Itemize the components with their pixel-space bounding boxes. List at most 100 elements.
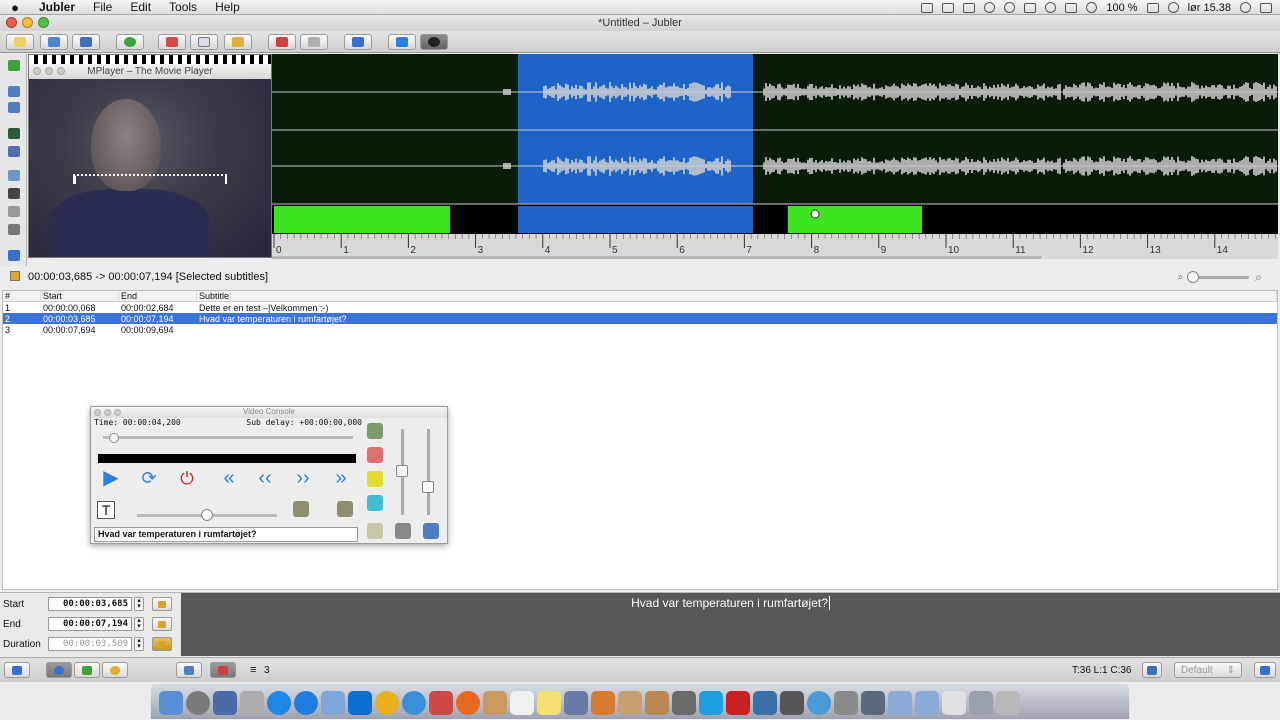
- safari-icon[interactable]: [402, 691, 426, 715]
- volume-icon[interactable]: [1065, 2, 1078, 13]
- menu-tools[interactable]: Tools: [160, 0, 206, 14]
- speed-slider-knob[interactable]: [201, 509, 213, 521]
- console-close-button[interactable]: [94, 409, 101, 416]
- downloads-folder-icon[interactable]: [969, 691, 993, 715]
- chat-status-icon[interactable]: [984, 2, 996, 13]
- finder-icon[interactable]: [159, 691, 183, 715]
- mplayer-window[interactable]: MPlayer – The Movie Player: [28, 54, 272, 258]
- tool-video-icon[interactable]: [8, 102, 20, 113]
- menu-app-name[interactable]: Jubler: [30, 0, 84, 14]
- volume-tool-icon[interactable]: [8, 250, 20, 261]
- end-lock-button[interactable]: [152, 617, 172, 631]
- console-rewind-button[interactable]: ‹‹: [253, 467, 277, 489]
- redo-button[interactable]: [300, 34, 328, 50]
- image-capture-icon[interactable]: [645, 691, 669, 715]
- new-file-button[interactable]: [6, 34, 34, 50]
- mission-control-icon[interactable]: [213, 691, 237, 715]
- photo-icon[interactable]: [618, 691, 642, 715]
- launchpad-icon[interactable]: [186, 691, 210, 715]
- edit-style-button[interactable]: [1254, 662, 1276, 678]
- mark-end-button[interactable]: [337, 501, 353, 517]
- console-add-subtitle-button[interactable]: T: [97, 501, 115, 519]
- console-fast-rewind-button[interactable]: «: [217, 467, 241, 489]
- zoom-slider[interactable]: [1187, 271, 1250, 283]
- mplayer-close-button[interactable]: [33, 67, 41, 75]
- grab-icon[interactable]: [834, 691, 858, 715]
- start-time-field[interactable]: 00:00:03,685: [48, 597, 132, 611]
- console-zoom-button[interactable]: [114, 409, 121, 416]
- skype-icon[interactable]: [699, 691, 723, 715]
- battery-label[interactable]: 100 %: [1106, 2, 1137, 14]
- time-machine-icon[interactable]: [1045, 2, 1057, 13]
- contacts-icon[interactable]: [483, 691, 507, 715]
- column-header-start[interactable]: Start: [41, 291, 119, 301]
- close-window-button[interactable]: [6, 17, 17, 28]
- stickies-icon[interactable]: [537, 691, 561, 715]
- console-forward-button[interactable]: ››: [291, 467, 315, 489]
- style-mode-button[interactable]: [102, 662, 128, 678]
- file-icon[interactable]: [942, 691, 966, 715]
- table-row[interactable]: 1 00:00:00,068 00:00:02,684 Dette er en …: [3, 302, 1277, 313]
- sort-button[interactable]: [344, 34, 372, 50]
- marker-red-icon[interactable]: [367, 447, 383, 463]
- mark-start-button[interactable]: [293, 501, 309, 517]
- filezilla-icon[interactable]: [726, 691, 750, 715]
- thunderbird-icon[interactable]: [591, 691, 615, 715]
- apple-menu-icon[interactable]: ●: [0, 0, 30, 15]
- edit-subtitle-icon[interactable]: [367, 523, 383, 539]
- waveform-panel[interactable]: 0 1 2 3 4 5 6 7 8 9 10 11 12 13 14: [272, 54, 1278, 259]
- column-header-subtitle[interactable]: Subtitle: [197, 291, 1277, 301]
- console-play-button[interactable]: ▶: [99, 467, 123, 489]
- preview-button[interactable]: [420, 34, 448, 50]
- calendar-icon[interactable]: [510, 691, 534, 715]
- teamviewer-icon[interactable]: [348, 691, 372, 715]
- terminal-icon[interactable]: [672, 691, 696, 715]
- end-time-field[interactable]: 00:00:07,194: [48, 617, 132, 631]
- start-time-stepper[interactable]: ▴ ▾: [134, 597, 144, 611]
- undo-button[interactable]: [268, 34, 296, 50]
- toggle-button[interactable]: [4, 662, 30, 678]
- itunes-icon[interactable]: [267, 691, 291, 715]
- console-fast-forward-button[interactable]: »: [329, 467, 353, 489]
- subtitle-text-editor[interactable]: Hvad var temperaturen i rumfartøjet?: [181, 593, 1280, 656]
- applications-folder-icon[interactable]: [888, 691, 912, 715]
- waveform-graphic[interactable]: 0 1 2 3 4 5 6 7 8 9 10 11 12 13 14: [272, 54, 1278, 259]
- display-status-icon[interactable]: [1024, 2, 1037, 13]
- table-row[interactable]: 3 00:00:07,694 00:00:09,694: [3, 324, 1277, 335]
- info-button[interactable]: [116, 34, 144, 50]
- position-slider-knob[interactable]: [109, 433, 119, 443]
- column-header-number[interactable]: #: [3, 291, 41, 301]
- save-button[interactable]: [72, 34, 100, 50]
- menu-file[interactable]: File: [84, 0, 121, 14]
- console-loop-button[interactable]: ⟳: [137, 467, 161, 489]
- duration-stepper[interactable]: ▴ ▾: [134, 637, 144, 651]
- run-icon[interactable]: [395, 523, 411, 539]
- sub-delay-slider[interactable]: [427, 429, 430, 515]
- volume-slider-knob[interactable]: [396, 465, 408, 477]
- column-header-end[interactable]: End: [119, 291, 197, 301]
- zoom-tool-icon[interactable]: [8, 170, 20, 181]
- zoom-slider-knob[interactable]: [1187, 271, 1200, 283]
- save-style-button[interactable]: [1142, 662, 1162, 678]
- audio-icon[interactable]: [423, 523, 439, 539]
- time-mode-button[interactable]: [46, 662, 72, 678]
- position-slider[interactable]: [103, 436, 353, 439]
- start-lock-button[interactable]: [152, 597, 172, 611]
- clock-label[interactable]: lør 15.38: [1188, 2, 1231, 14]
- style-select[interactable]: Default ⇕: [1174, 662, 1242, 678]
- firefox-icon[interactable]: [456, 691, 480, 715]
- menu-help[interactable]: Help: [206, 0, 249, 14]
- marker-clear-icon[interactable]: [367, 423, 383, 439]
- sync-status-icon[interactable]: [1004, 2, 1016, 13]
- network-status-icon[interactable]: [942, 2, 955, 13]
- marker-cyan-icon[interactable]: [367, 495, 383, 511]
- pointer-tool-icon[interactable]: [8, 188, 20, 199]
- marker-yellow-icon[interactable]: [367, 471, 383, 487]
- console-minimize-button[interactable]: [104, 409, 111, 416]
- system-preferences-icon[interactable]: [240, 691, 264, 715]
- spotlight-search-icon[interactable]: [1240, 2, 1251, 13]
- script-editor-icon[interactable]: [564, 691, 588, 715]
- movie-player-icon[interactable]: [861, 691, 885, 715]
- table-row-selected[interactable]: 2 00:00:03,685 00:00:07,194 Hvad var tem…: [3, 313, 1277, 324]
- wifi-icon[interactable]: [1167, 2, 1179, 13]
